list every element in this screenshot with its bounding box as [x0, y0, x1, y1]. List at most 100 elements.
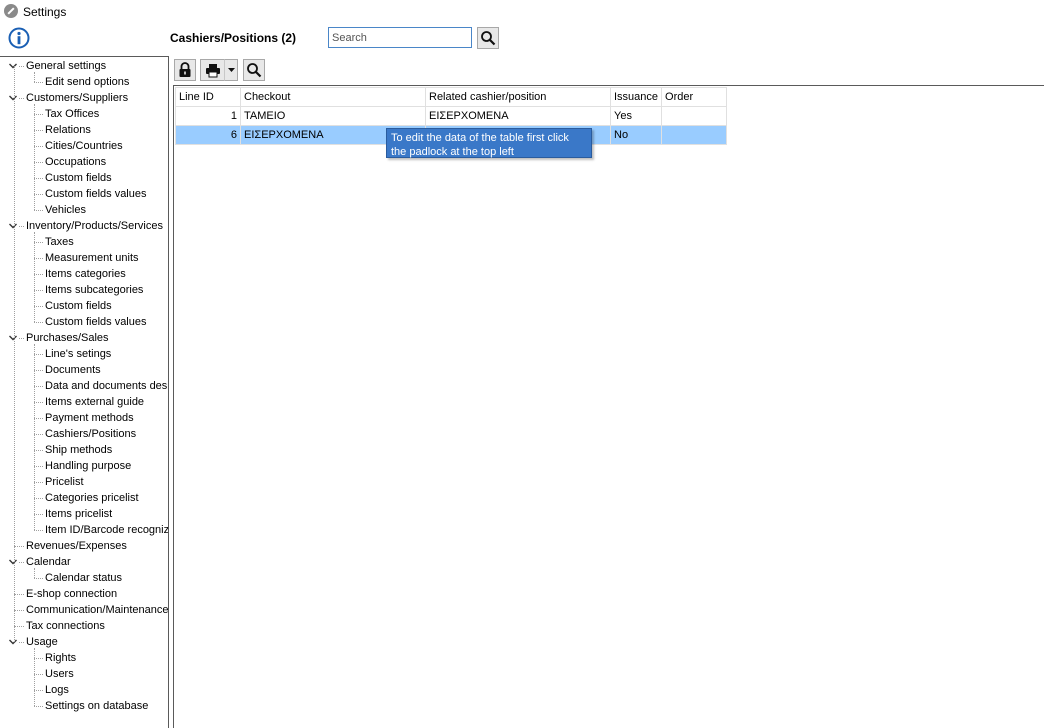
tree-item[interactable]: Documents — [0, 362, 168, 378]
tree-connector — [34, 674, 43, 675]
tree-connector — [34, 258, 43, 259]
tree-connector — [19, 562, 24, 563]
chevron-down-icon[interactable] — [8, 93, 18, 103]
tree-connector — [34, 162, 43, 163]
tree-item[interactable]: Users — [0, 666, 168, 682]
printer-icon — [205, 63, 220, 77]
cell-related[interactable]: ΕΙΣΕΡΧΟΜΕΝΑ — [425, 106, 611, 126]
tree-item[interactable]: Logs — [0, 682, 168, 698]
tree-connector — [34, 72, 35, 82]
chevron-down-icon[interactable] — [8, 333, 18, 343]
tree-connector — [14, 610, 24, 611]
cell-checkout[interactable]: ΤΑΜΕΙΟ — [240, 106, 426, 126]
tree-item[interactable]: Items categories — [0, 266, 168, 282]
data-grid-area[interactable]: Line ID Checkout Related cashier/positio… — [173, 85, 1044, 728]
padlock-button[interactable] — [174, 59, 196, 81]
tree-item[interactable]: Custom fields — [0, 298, 168, 314]
tree-category[interactable]: Communication/Maintenance — [0, 602, 169, 618]
search-button[interactable] — [477, 27, 499, 49]
cell-issuance[interactable]: Yes — [609, 106, 663, 126]
tree-connector — [14, 594, 24, 595]
tree-item-label: Custom fields — [45, 172, 112, 184]
tree-item-label: Tax Offices — [45, 108, 100, 120]
tree-item[interactable]: Edit send options — [0, 74, 168, 90]
tree-category[interactable]: Tax connections — [0, 618, 168, 634]
column-header-related[interactable]: Related cashier/position — [425, 87, 611, 107]
tree-category[interactable]: Usage — [0, 634, 168, 650]
tree-category[interactable]: Purchases/Sales — [0, 330, 168, 346]
tree-item[interactable]: Taxes — [0, 234, 168, 250]
tree-item[interactable]: Items external guide — [0, 394, 168, 410]
column-header-issuance[interactable]: Issuance — [609, 87, 663, 107]
tree-connector — [34, 104, 35, 210]
search-input[interactable] — [328, 27, 472, 48]
tree-category[interactable]: Calendar — [0, 554, 168, 570]
tree-category[interactable]: E-shop connection — [0, 586, 168, 602]
tree-connector — [19, 338, 24, 339]
tree-item[interactable]: Occupations — [0, 154, 168, 170]
tree-item[interactable]: Ship methods — [0, 442, 168, 458]
tree-connector — [34, 568, 35, 578]
chevron-down-icon[interactable] — [8, 637, 18, 647]
print-button[interactable] — [200, 59, 224, 81]
find-button[interactable] — [243, 59, 265, 81]
window-title: Settings — [23, 5, 67, 19]
chevron-down-icon[interactable] — [8, 557, 18, 567]
tree-connector — [14, 626, 24, 627]
tree-item[interactable]: Cashiers/Positions — [0, 426, 168, 442]
cell-line-id[interactable]: 6 — [175, 125, 241, 145]
tree-item[interactable]: Calendar status — [0, 570, 168, 586]
chevron-down-icon[interactable] — [8, 61, 18, 71]
tree-item[interactable]: Item ID/Barcode recognize — [0, 522, 168, 538]
tree-item[interactable]: Cities/Countries — [0, 138, 168, 154]
tree-item-label: Pricelist — [45, 476, 84, 488]
tree-connector — [34, 658, 43, 659]
settings-tree[interactable]: General settings Edit send options Custome… — [0, 56, 169, 728]
tree-item-label: Calendar — [26, 556, 71, 568]
tree-item-label: Edit send options — [45, 76, 130, 88]
cell-order[interactable] — [661, 125, 728, 145]
tree-item[interactable]: Line's setings — [0, 346, 168, 362]
table-header-row: Line ID Checkout Related cashier/positio… — [175, 87, 728, 107]
edit-hint-tooltip: To edit the data of the table first clic… — [386, 128, 592, 158]
tree-item[interactable]: Items subcategories — [0, 282, 168, 298]
tree-category[interactable]: Customers/Suppliers — [0, 90, 168, 106]
tree-item[interactable]: Measurement units — [0, 250, 168, 266]
column-header-checkout[interactable]: Checkout — [240, 87, 426, 107]
tree-item[interactable]: Handling purpose — [0, 458, 168, 474]
tree-category[interactable]: Revenues/Expenses — [0, 538, 168, 554]
tree-item[interactable]: Custom fields values — [0, 186, 168, 202]
cell-line-id[interactable]: 1 — [175, 106, 241, 126]
tree-item[interactable]: Data and documents desi — [0, 378, 168, 394]
tree-item[interactable]: Payment methods — [0, 410, 168, 426]
tree-item[interactable]: Items pricelist — [0, 506, 168, 522]
tree-item-label: Items external guide — [45, 396, 145, 408]
column-header-order[interactable]: Order — [661, 87, 728, 107]
tree-connector — [34, 466, 43, 467]
print-options-dropdown[interactable] — [224, 59, 238, 81]
column-header-line-id[interactable]: Line ID — [175, 87, 241, 107]
tree-connector — [34, 82, 43, 83]
tree-connector — [34, 322, 43, 323]
tree-item[interactable]: Vehicles — [0, 202, 168, 218]
tree-connector — [34, 450, 43, 451]
tree-connector — [34, 648, 35, 706]
info-icon[interactable] — [8, 27, 30, 49]
chevron-down-icon[interactable] — [8, 221, 18, 231]
tree-item[interactable]: Custom fields — [0, 170, 168, 186]
tree-connector — [34, 232, 35, 322]
cell-order[interactable] — [661, 106, 728, 126]
tree-item[interactable]: Categories pricelist — [0, 490, 168, 506]
cell-issuance[interactable]: No — [609, 125, 663, 145]
table-row[interactable]: 1 ΤΑΜΕΙΟ ΕΙΣΕΡΧΟΜΕΝΑ Yes — [175, 106, 728, 126]
tree-item[interactable]: Settings on database — [0, 698, 168, 714]
tree-item-label: Communication/Maintenance — [26, 604, 169, 616]
tree-item-label: Handling purpose — [45, 460, 132, 472]
tree-category[interactable]: General settings — [0, 58, 168, 74]
tree-item[interactable]: Tax Offices — [0, 106, 168, 122]
tree-category[interactable]: Inventory/Products/Services — [0, 218, 168, 234]
tree-item[interactable]: Custom fields values — [0, 314, 168, 330]
tree-item[interactable]: Rights — [0, 650, 168, 666]
tree-item[interactable]: Relations — [0, 122, 168, 138]
tree-item[interactable]: Pricelist — [0, 474, 168, 490]
